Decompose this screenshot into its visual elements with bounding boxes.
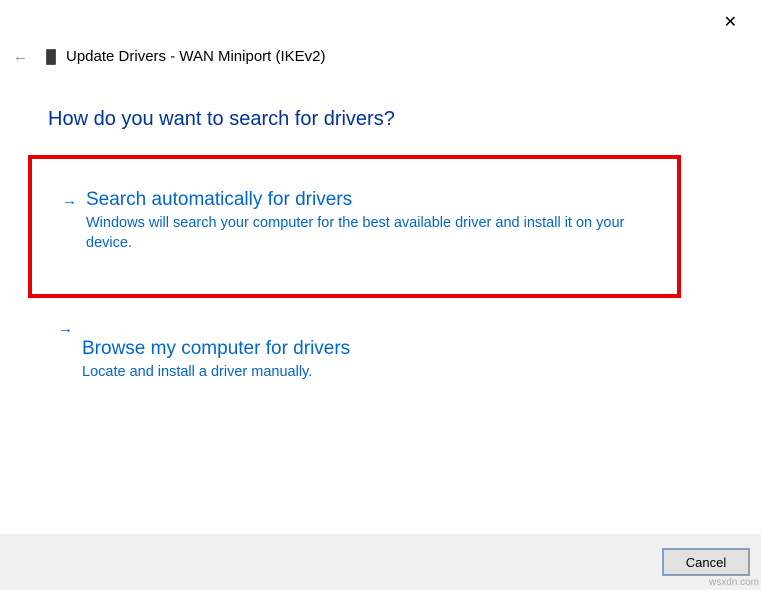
close-button[interactable]: ✕	[718, 10, 743, 34]
option-title: Browse my computer for drivers	[82, 338, 659, 360]
option-search-automatically[interactable]: → Search automatically for drivers Windo…	[28, 155, 681, 298]
dialog-footer: Cancel	[0, 534, 761, 590]
back-arrow-icon: ←	[13, 48, 28, 65]
dialog-title: Update Drivers - WAN Miniport (IKEv2)	[66, 48, 326, 65]
dialog-header: ← Update Drivers - WAN Miniport (IKEv2)	[13, 48, 326, 65]
watermark: wsxdn.com	[709, 577, 759, 588]
arrow-right-icon: →	[62, 192, 77, 209]
arrow-right-icon: →	[58, 320, 73, 337]
cancel-button[interactable]: Cancel	[663, 549, 749, 575]
option-description: Locate and install a driver manually.	[82, 362, 622, 382]
option-description: Windows will search your computer for th…	[86, 213, 626, 254]
option-browse-computer[interactable]: → Browse my computer for drivers Locate …	[28, 308, 681, 392]
device-icon	[46, 49, 56, 65]
option-title: Search automatically for drivers	[86, 189, 655, 211]
close-icon: ✕	[724, 14, 737, 31]
page-heading: How do you want to search for drivers?	[48, 108, 395, 131]
